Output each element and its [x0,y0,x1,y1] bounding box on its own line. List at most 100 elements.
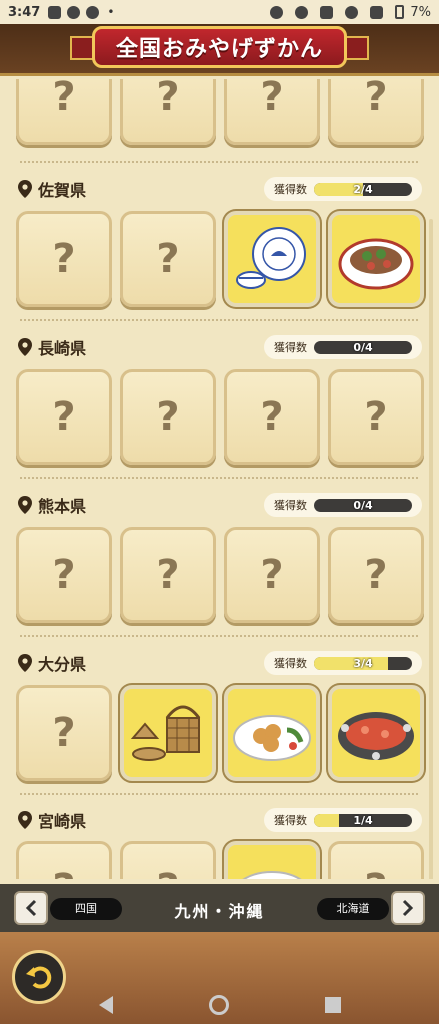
prefecture-name: 宮崎県 [38,812,87,831]
header: 全国おみやげずかん [0,24,439,76]
count-value: 2/4 [353,182,373,196]
system-back-icon[interactable] [98,996,113,1014]
card-unknown[interactable]: ? [120,211,216,307]
prefecture-header-nagasaki: 長崎県 獲得数 0/4 [18,333,422,361]
vibrate-icon [320,5,334,19]
prefecture-name: 熊本県 [38,497,87,516]
card-row-previous: ? ? ? ? [16,79,424,145]
prefecture-name: 長崎県 [38,339,87,358]
system-home-icon[interactable] [208,995,229,1015]
souvenir-list[interactable]: ? ? ? ? 佐賀県 獲得数 2/4 ? ? 長崎県 獲得数 0/4 ? ? … [0,79,439,879]
line-icon [48,5,62,19]
unknown-mark: ? [156,552,180,598]
fried-chicken-plate-icon [233,715,311,761]
unknown-mark: ? [52,394,76,440]
battery-percent: 7% [410,4,431,20]
card-unknown[interactable]: ? [120,79,216,145]
prefecture-header-miyazaki: 宮崎県 獲得数 1/4 [18,806,422,834]
divider [20,477,418,479]
card-row-saga: ? ? [16,211,424,307]
unknown-mark: ? [156,866,179,879]
wifi-icon [345,5,359,19]
card-unknown[interactable]: ? [120,841,216,879]
count-progress-bar: 3/4 [314,656,412,670]
unknown-mark: ? [156,79,180,120]
count-value: 3/4 [353,656,373,670]
count-value: 0/4 [353,498,373,512]
card-row-kumamoto: ? ? ? ? [16,527,424,623]
chevron-right-icon [402,899,414,917]
map-pin-icon [18,654,32,672]
facebook-icon [86,5,100,19]
card-unknown[interactable]: ? [16,211,112,307]
divider [20,319,418,321]
page-title: 全国おみやげずかん [92,26,347,68]
card-souvenir[interactable] [224,841,320,879]
card-souvenir[interactable] [328,211,424,307]
card-unknown[interactable]: ? [16,369,112,465]
card-unknown[interactable]: ? [224,79,320,145]
count-progress-bar: 2/4 [314,182,412,196]
count-progress-bar: 0/4 [314,340,412,354]
count-label: 獲得数 [274,499,307,512]
count-label: 獲得数 [274,341,307,354]
prefecture-header-oita: 大分県 獲得数 3/4 [18,649,422,677]
unknown-mark: ? [260,394,284,440]
bamboo-basket-icon [130,705,201,761]
card-unknown[interactable]: ? [328,79,424,145]
card-unknown[interactable]: ? [328,369,424,465]
region-navigation: 四国 九州・沖縄 北海道 [0,884,439,932]
acquired-count: 獲得数 3/4 [264,651,422,675]
sashimi-bowl-icon [338,238,414,290]
unknown-mark: ? [52,79,76,120]
acquired-count: 獲得数 0/4 [264,493,422,517]
card-unknown[interactable]: ? [16,685,112,781]
blue-white-porcelain-icon [236,227,306,289]
next-region-button[interactable] [391,891,425,925]
youtube-icon [67,5,81,19]
card-unknown[interactable]: ? [328,527,424,623]
card-unknown[interactable]: ? [224,527,320,623]
status-right: 7% [270,5,431,20]
hot-spring-pot-icon [338,712,414,760]
status-time: 3:47 [8,4,41,20]
system-recents-icon[interactable] [324,997,341,1013]
unknown-mark: ? [52,710,76,756]
signal-icon [370,5,384,19]
card-unknown[interactable]: ? [120,527,216,623]
divider [20,161,418,163]
count-progress-bar: 1/4 [314,813,412,827]
next-region-label[interactable]: 北海道 [317,898,389,920]
count-label: 獲得数 [274,814,307,827]
card-unknown[interactable]: ? [120,369,216,465]
dot-icon: • [107,5,115,19]
scrollbar[interactable] [429,219,433,879]
unknown-mark: ? [156,236,180,282]
card-unknown[interactable]: ? [328,841,424,879]
map-pin-icon [18,496,32,514]
divider [20,635,418,637]
prefecture-header-saga: 佐賀県 獲得数 2/4 [18,175,422,203]
card-row-nagasaki: ? ? ? ? [16,369,424,465]
card-unknown[interactable]: ? [224,369,320,465]
map-pin-icon [18,180,32,198]
prefecture-name: 佐賀県 [38,181,87,200]
card-souvenir[interactable] [224,211,320,307]
card-souvenir[interactable] [120,685,216,781]
unknown-mark: ? [364,79,388,120]
count-value: 1/4 [353,813,373,827]
prefecture-header-kumamoto: 熊本県 獲得数 0/4 [18,491,422,519]
card-unknown[interactable]: ? [16,527,112,623]
divider [20,793,418,795]
chicken-nanban-plate-icon [242,871,302,879]
unknown-mark: ? [364,552,388,598]
card-unknown[interactable]: ? [16,841,112,879]
card-souvenir[interactable] [224,685,320,781]
card-souvenir[interactable] [328,685,424,781]
unknown-mark: ? [52,236,76,282]
card-unknown[interactable]: ? [16,79,112,145]
map-pin-icon [18,811,32,829]
unknown-mark: ? [156,394,180,440]
count-progress-bar: 0/4 [314,498,412,512]
unknown-mark: ? [52,552,76,598]
